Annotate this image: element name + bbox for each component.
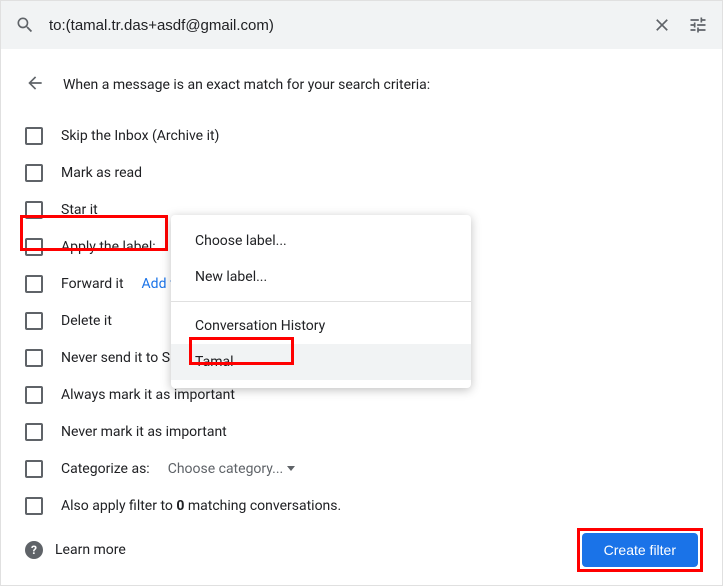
checkbox-apply[interactable]	[25, 238, 43, 256]
dropdown-new-label[interactable]: New label...	[171, 259, 471, 295]
option-never-important[interactable]: Never mark it as important	[25, 413, 698, 450]
label-apply: Apply the label:	[61, 239, 156, 255]
checkbox-neverspam[interactable]	[25, 349, 43, 367]
label-categorize: Categorize as:	[61, 461, 150, 477]
dropdown-choose-label[interactable]: Choose label...	[171, 223, 471, 259]
checkbox-delete[interactable]	[25, 312, 43, 330]
footer: ? Learn more Create filter	[25, 533, 698, 567]
dropdown-conversation-history[interactable]: Conversation History	[171, 308, 471, 344]
learn-more-text: Learn more	[55, 542, 126, 558]
alsoapply-post: matching conversations.	[184, 498, 341, 514]
create-filter-wrap: Create filter	[582, 533, 698, 567]
help-icon: ?	[25, 541, 43, 559]
label-skip: Skip the Inbox (Archive it)	[61, 128, 219, 144]
dropdown-divider	[171, 301, 471, 302]
option-categorize[interactable]: Categorize as: Choose category...	[25, 450, 698, 487]
checkbox-skip[interactable]	[25, 127, 43, 145]
label-read: Mark as read	[61, 165, 142, 181]
learn-more[interactable]: ? Learn more	[25, 541, 126, 559]
create-filter-button[interactable]: Create filter	[582, 533, 698, 567]
label-alsoapply: Also apply filter to 0 matching conversa…	[61, 498, 341, 514]
option-read[interactable]: Mark as read	[25, 154, 698, 191]
label-forward: Forward it	[61, 276, 124, 292]
dropdown-triangle-icon	[287, 466, 295, 471]
label-delete: Delete it	[61, 313, 112, 329]
search-bar	[1, 1, 722, 49]
option-also-apply[interactable]: Also apply filter to 0 matching conversa…	[25, 487, 698, 524]
search-input[interactable]	[49, 17, 638, 34]
categorize-choose-text: Choose category...	[168, 461, 284, 477]
checkbox-alwaysimp[interactable]	[25, 386, 43, 404]
clear-icon[interactable]	[650, 13, 674, 37]
label-dropdown: Choose label... New label... Conversatio…	[171, 215, 471, 388]
checkbox-forward[interactable]	[25, 275, 43, 293]
checkbox-star[interactable]	[25, 201, 43, 219]
label-neverimp: Never mark it as important	[61, 424, 227, 440]
option-skip[interactable]: Skip the Inbox (Archive it)	[25, 117, 698, 154]
alsoapply-pre: Also apply filter to	[61, 498, 176, 514]
header-title: When a message is an exact match for you…	[63, 77, 430, 93]
checkbox-neverimp[interactable]	[25, 423, 43, 441]
categorize-select[interactable]: Choose category...	[168, 461, 296, 477]
checkbox-read[interactable]	[25, 164, 43, 182]
label-star: Star it	[61, 202, 98, 218]
search-icon[interactable]	[13, 13, 37, 37]
checkbox-alsoapply[interactable]	[25, 497, 43, 515]
label-alwaysimp: Always mark it as important	[61, 387, 235, 403]
dropdown-tamal[interactable]: Tamal	[171, 344, 471, 380]
header-row: When a message is an exact match for you…	[25, 73, 698, 97]
tune-icon[interactable]	[686, 13, 710, 37]
back-arrow-icon[interactable]	[25, 73, 45, 97]
checkbox-categorize[interactable]	[25, 460, 43, 478]
